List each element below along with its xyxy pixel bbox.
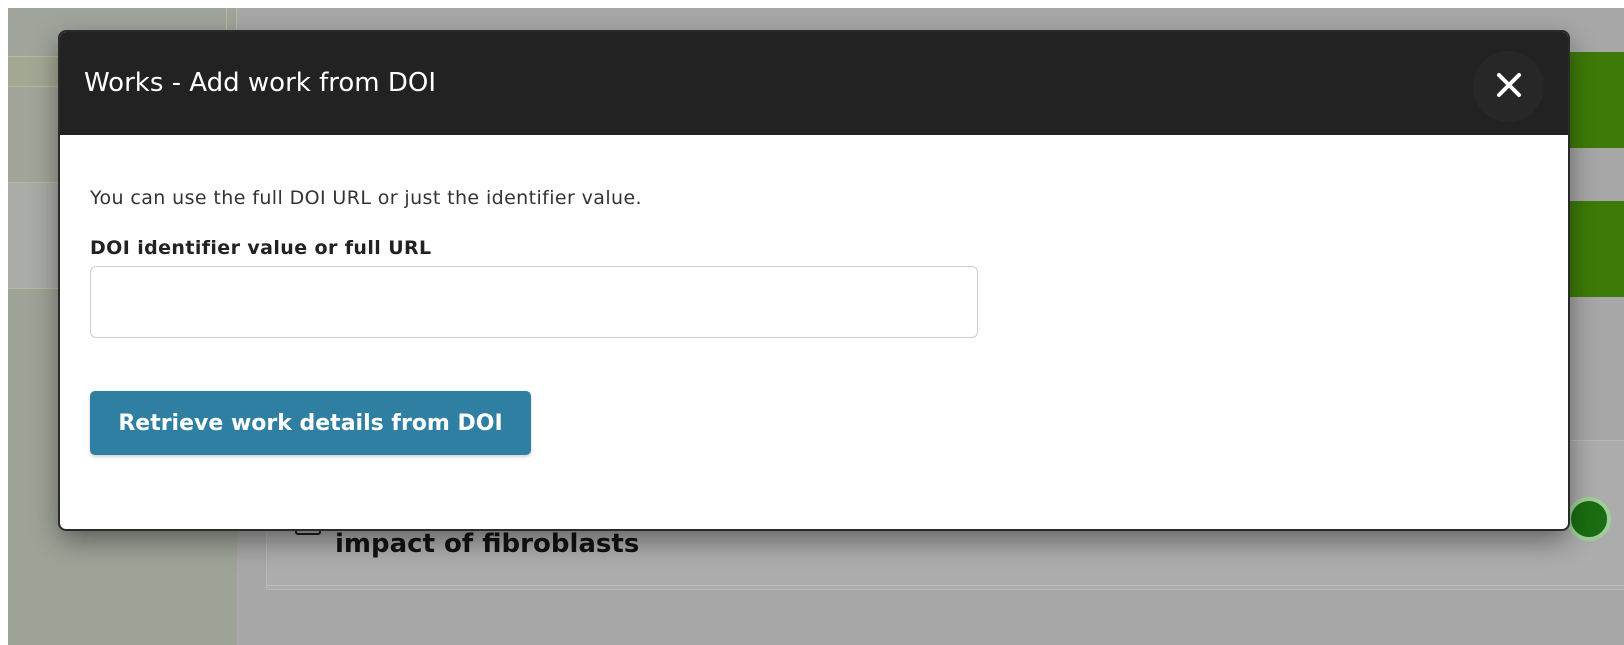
card-divider: [267, 585, 1624, 586]
close-button[interactable]: [1473, 51, 1544, 122]
work-title: impact of fibroblasts: [335, 529, 640, 559]
modal-header: Works - Add work from DOI: [60, 32, 1568, 135]
doi-field-label: DOI identifier value or full URL: [90, 237, 432, 259]
modal-title: Works - Add work from DOI: [84, 68, 437, 98]
add-work-from-doi-modal: Works - Add work from DOI You can use th…: [60, 32, 1568, 529]
retrieve-work-details-button[interactable]: Retrieve work details from DOI: [90, 391, 531, 455]
status-icon: [1567, 497, 1611, 541]
doi-input[interactable]: [90, 266, 978, 338]
close-icon: [1494, 70, 1524, 104]
help-text: You can use the full DOI URL or just the…: [90, 187, 642, 209]
